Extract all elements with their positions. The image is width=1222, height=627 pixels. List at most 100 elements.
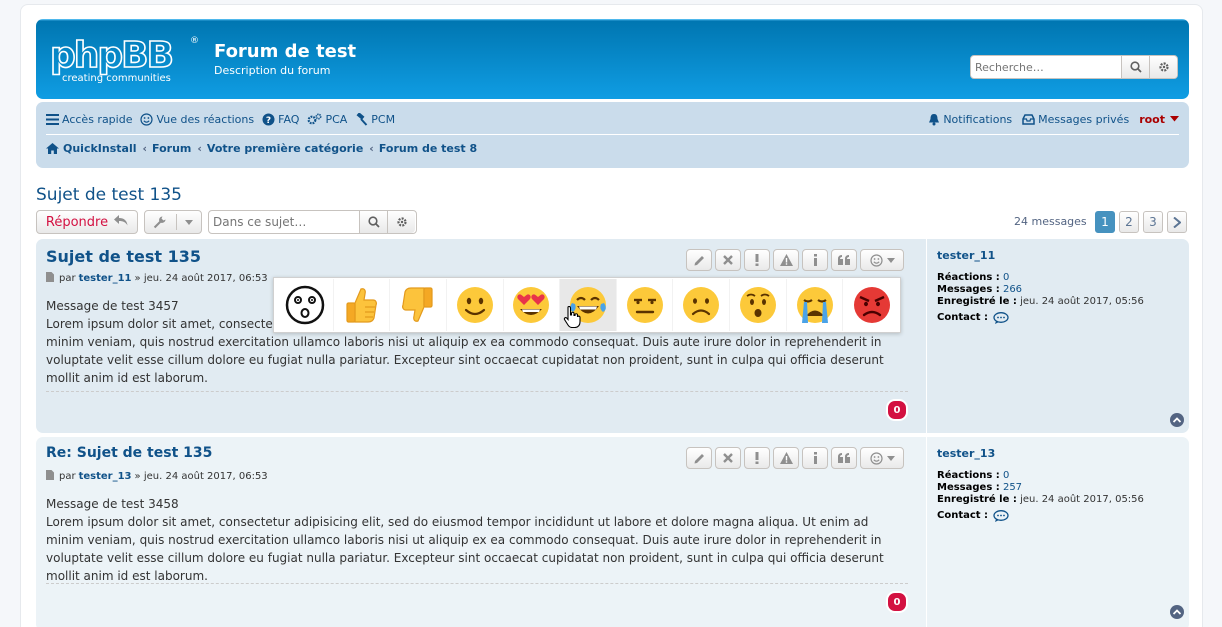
header-search-button[interactable] — [1121, 56, 1149, 78]
reaction-angry[interactable] — [843, 279, 900, 331]
topic-search-input[interactable] — [209, 211, 359, 233]
topic-action-bar: Répondre 24 messages 1 2 3 — [36, 210, 1189, 234]
post-title[interactable]: Re: Sujet de test 135 — [46, 445, 212, 461]
file-icon[interactable] — [46, 272, 54, 285]
page-3-button[interactable]: 3 — [1143, 211, 1163, 233]
post-author[interactable]: tester_11 — [79, 273, 132, 284]
caret-down-icon — [886, 455, 895, 461]
warn-button[interactable] — [773, 249, 799, 271]
file-icon[interactable] — [46, 470, 54, 483]
reaction-love[interactable] — [504, 279, 561, 331]
exclamation-icon — [755, 254, 759, 266]
angry-face-icon — [853, 287, 890, 323]
edit-button[interactable] — [686, 447, 712, 469]
gear-icon — [1158, 62, 1169, 72]
breadcrumb-home[interactable]: QuickInstall — [46, 142, 136, 155]
reaction-surprised[interactable] — [277, 279, 334, 331]
header-search-input[interactable] — [971, 56, 1121, 78]
close-icon — [723, 453, 733, 463]
user-menu[interactable]: root — [1139, 113, 1179, 126]
reaction-dislike[interactable] — [390, 279, 447, 331]
profile-username[interactable]: tester_13 — [937, 447, 1189, 460]
logo-tagline: creating communities — [62, 73, 171, 84]
reactions-view-link[interactable]: Vue des réactions — [140, 113, 254, 126]
post-meta: par tester_11 » jeu. 24 août 2017, 06:53 — [46, 272, 268, 285]
reaction-count-badge[interactable]: 0 — [886, 591, 908, 613]
pca-link[interactable]: PCA — [307, 113, 347, 126]
pcm-link[interactable]: PCM — [355, 112, 396, 126]
neutral-face-icon — [626, 287, 663, 323]
delete-button[interactable] — [715, 249, 741, 271]
profile-reactions-value[interactable]: 0 — [1003, 272, 1009, 283]
topic-advanced-search-button[interactable] — [387, 211, 415, 233]
post-tools — [686, 447, 907, 469]
advanced-search-button[interactable] — [1149, 56, 1177, 78]
quick-access-label: Accès rapide — [62, 112, 133, 126]
post-content: Message de test 3458 Lorem ipsum dolor s… — [46, 495, 906, 585]
quote-button[interactable] — [831, 249, 857, 271]
reaction-like[interactable] — [334, 279, 391, 331]
reaction-cry[interactable] — [787, 279, 844, 331]
post-author[interactable]: tester_13 — [79, 471, 132, 482]
reaction-smile[interactable] — [447, 279, 504, 331]
home-icon — [46, 143, 59, 154]
warn-button[interactable] — [773, 447, 799, 469]
next-page-button[interactable] — [1167, 211, 1187, 233]
profile-contact: Contact : — [937, 510, 1189, 522]
post-title[interactable]: Sujet de test 135 — [46, 247, 201, 266]
topic-title[interactable]: Sujet de test 135 — [36, 185, 182, 205]
profile-contact: Contact : — [937, 312, 1189, 324]
phpbb-logo[interactable]: phpBB ® creating communities — [49, 33, 202, 85]
quote-button[interactable] — [831, 447, 857, 469]
profile-username[interactable]: tester_11 — [937, 249, 1189, 262]
site-description: Description du forum — [214, 64, 331, 77]
breadcrumb-category[interactable]: ‹ Votre première catégorie — [197, 142, 363, 155]
reaction-sad[interactable] — [673, 279, 731, 331]
chat-bubble-icon[interactable] — [993, 312, 1009, 324]
pcm-label: PCM — [371, 112, 396, 126]
breadcrumb-label: Votre première catégorie — [206, 142, 364, 155]
post-divider — [46, 583, 908, 584]
pencil-icon — [694, 255, 704, 265]
chat-bubble-icon[interactable] — [993, 510, 1009, 522]
page-2-button[interactable]: 2 — [1119, 211, 1139, 233]
reaction-count-badge[interactable]: 0 — [886, 399, 908, 421]
report-button[interactable] — [744, 447, 770, 469]
question-icon: ? — [262, 113, 275, 126]
site-title[interactable]: Forum de test — [214, 41, 356, 62]
breadcrumb-label: Forum — [152, 142, 192, 155]
surprised-face-icon — [285, 285, 325, 325]
report-button[interactable] — [744, 249, 770, 271]
reaction-picker-button[interactable] — [860, 447, 904, 469]
topic-search-button[interactable] — [359, 211, 387, 233]
reaction-neutral[interactable] — [617, 279, 674, 331]
breadcrumb-label: QuickInstall — [63, 142, 137, 155]
profile-messages-value[interactable]: 266 — [1003, 284, 1022, 295]
topic-tools-button[interactable] — [144, 210, 202, 234]
profile-reactions-value[interactable]: 0 — [1003, 470, 1009, 481]
reaction-wow[interactable] — [730, 279, 787, 331]
profile-registered: Enregistré le : jeu. 24 août 2017, 05:56 — [937, 296, 1144, 307]
post-divider — [46, 391, 908, 392]
breadcrumb-subforum[interactable]: ‹ Forum de test 8 — [369, 142, 477, 155]
gears-icon — [307, 112, 322, 126]
info-icon — [813, 452, 817, 464]
reply-button[interactable]: Répondre — [36, 210, 138, 234]
breadcrumb-label: Forum de test 8 — [378, 142, 478, 155]
notifications-link[interactable]: Notifications — [928, 113, 1012, 126]
private-messages-link[interactable]: Messages privés — [1022, 113, 1129, 126]
faq-link[interactable]: ? FAQ — [262, 113, 299, 126]
profile-messages-value[interactable]: 257 — [1003, 482, 1022, 493]
info-button[interactable] — [802, 447, 828, 469]
reaction-picker-button[interactable] — [860, 249, 904, 271]
delete-button[interactable] — [715, 447, 741, 469]
hamburger-icon — [46, 113, 59, 125]
chevron-left-icon: ‹ — [369, 142, 374, 155]
reply-arrow-icon — [114, 214, 128, 230]
breadcrumb-forum[interactable]: ‹ Forum — [142, 142, 191, 155]
page-1-button[interactable]: 1 — [1095, 211, 1115, 233]
edit-button[interactable] — [686, 249, 712, 271]
quick-access-menu[interactable]: Accès rapide — [46, 113, 132, 126]
info-button[interactable] — [802, 249, 828, 271]
reactions-view-label: Vue des réactions — [156, 112, 255, 126]
